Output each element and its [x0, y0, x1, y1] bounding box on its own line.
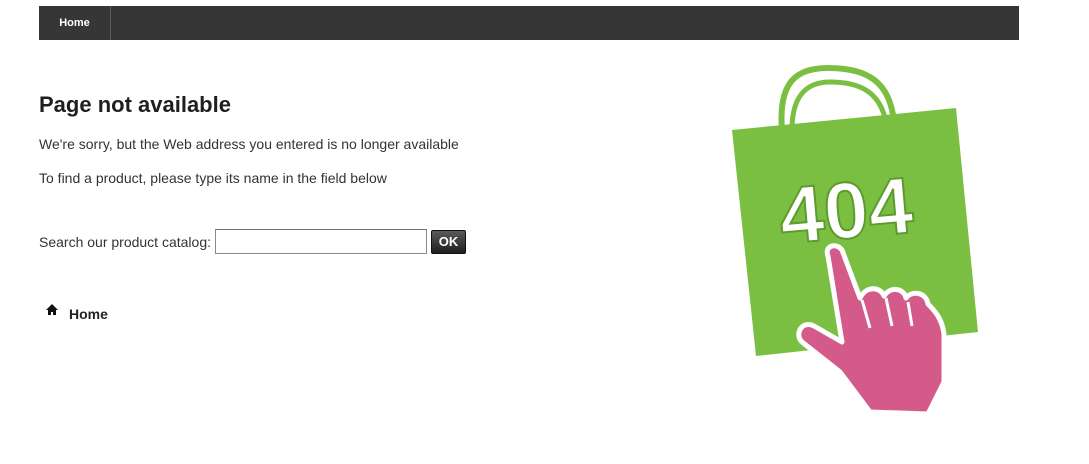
404-illustration: 404	[720, 60, 990, 425]
nav-item-home[interactable]: Home	[39, 6, 111, 40]
main-content: Page not available We're sorry, but the …	[39, 88, 679, 322]
search-ok-button[interactable]: OK	[431, 229, 466, 254]
search-input[interactable]	[215, 229, 427, 254]
home-link[interactable]: Home	[39, 303, 679, 322]
home-icon	[45, 303, 59, 317]
error-code-text: 404	[776, 160, 917, 260]
error-message: We're sorry, but the Web address you ent…	[39, 136, 459, 152]
search-label: Search our product catalog:	[39, 233, 211, 250]
search-form: Search our product catalog: OK	[39, 229, 679, 254]
top-nav-bar: Home	[39, 6, 1019, 40]
search-instruction: To find a product, please type its name …	[39, 170, 387, 186]
home-link-label: Home	[69, 306, 108, 322]
page-title: Page not available	[39, 92, 231, 117]
